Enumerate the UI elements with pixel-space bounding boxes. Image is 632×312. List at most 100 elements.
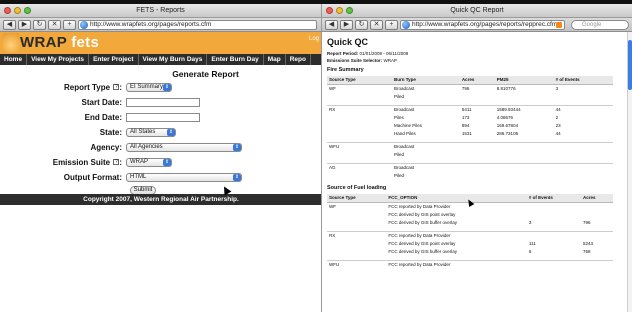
site-logo[interactable]: WRAP fets (20, 34, 99, 51)
nav-map[interactable]: Map (264, 54, 286, 65)
vertical-scrollbar[interactable] (627, 32, 632, 312)
rss-icon[interactable] (556, 21, 562, 28)
table-row: WFU Broadcast (327, 142, 613, 150)
emission-suite-label: Emissions Suite Selector: (327, 58, 383, 63)
report-period-value: 01/01/2009 - 06/11/2009 (359, 51, 409, 56)
state-select[interactable]: All States ⇕ (126, 127, 176, 137)
table-row: AG Broadcast (327, 163, 613, 171)
stop-icon[interactable]: ✕ (48, 19, 61, 30)
help-icon[interactable]: ? (113, 84, 120, 91)
help-icon[interactable]: ? (113, 159, 120, 166)
nav-enter-burn-day[interactable]: Enter Burn Day (207, 54, 264, 65)
table-row: RX FCC reported by Data Provider (327, 231, 613, 239)
back-icon[interactable]: ◀ (3, 19, 16, 30)
table-cell (460, 163, 495, 171)
table-cell (554, 142, 613, 150)
table-cell (327, 150, 392, 158)
form-title: Generate Report (172, 69, 239, 79)
zoom-window-button[interactable] (24, 7, 31, 14)
address-bar[interactable]: http://www.wrapfets.org/pages/reports/re… (400, 19, 565, 30)
site-globe-icon (80, 20, 88, 29)
table-cell: FCC derived by GIS buffer overlay (388, 248, 458, 254)
table-cell (327, 247, 386, 255)
table-cell (327, 239, 386, 247)
table-row: FCC derived by GIS buffer overlay 3 796 (327, 218, 613, 226)
state-label: State: (99, 127, 122, 137)
output-format-label: Output Format: (63, 172, 122, 182)
table-cell: Broadcast (394, 85, 415, 91)
table-cell (327, 210, 386, 218)
nav-home[interactable]: Home (0, 54, 28, 65)
close-window-button[interactable] (326, 7, 333, 14)
table-cell: Piled (394, 172, 405, 178)
right-titlebar: Quick QC Report (322, 4, 632, 18)
column-header: # of Events (553, 76, 613, 85)
emission-suite-value: WRAP (383, 58, 398, 63)
column-header: Source Type (327, 194, 387, 203)
table-cell: 111 (528, 240, 536, 246)
table-row: Piled (327, 150, 613, 158)
reload-icon[interactable]: ↻ (355, 19, 368, 30)
minimize-window-button[interactable] (14, 7, 21, 14)
site-banner: WRAP fets Log (0, 32, 321, 54)
table-cell (554, 171, 613, 179)
column-header: Acres (581, 194, 613, 203)
table-cell: Piled (394, 151, 405, 157)
output-format-value: HTML (130, 173, 147, 180)
table-row: Piles 173 4.08676 2 (327, 113, 613, 121)
reload-icon[interactable]: ↻ (33, 19, 46, 30)
agency-select[interactable]: All Agencies ⇕ (126, 142, 242, 152)
output-format-select[interactable]: HTML ⇕ (126, 172, 242, 182)
add-bookmark-icon[interactable]: + (63, 19, 76, 30)
table-row: WFU FCC reported by Data Provider (327, 260, 613, 268)
search-input[interactable]: Google (571, 19, 629, 30)
forward-icon[interactable]: ▶ (18, 19, 31, 30)
table-cell (581, 202, 613, 210)
end-date-input[interactable] (126, 112, 200, 122)
table-cell: 2 (555, 114, 559, 120)
table-cell (527, 202, 581, 210)
start-date-input[interactable] (126, 97, 200, 107)
back-icon[interactable]: ◀ (325, 19, 338, 30)
table-cell (460, 92, 495, 100)
stop-icon[interactable]: ✕ (370, 19, 383, 30)
main-nav: Home View My Projects Enter Project View… (0, 54, 321, 65)
nav-enter-project[interactable]: Enter Project (89, 54, 139, 65)
table-cell: 796 (583, 219, 591, 225)
nav-reports[interactable]: Repo (286, 54, 311, 65)
table-cell (581, 210, 613, 218)
table-cell: Piled (394, 93, 405, 99)
report-type-select[interactable]: EI Summary ⇕ (126, 82, 172, 92)
table-cell (495, 163, 554, 171)
table-cell: AG (329, 164, 336, 170)
forward-icon[interactable]: ▶ (340, 19, 353, 30)
close-window-button[interactable] (4, 7, 11, 14)
emission-suite-select[interactable]: WRAP ⇕ (126, 157, 172, 167)
table-cell: 169.67804 (496, 122, 519, 128)
table-cell: 44 (555, 130, 561, 136)
address-bar[interactable]: http://www.wrapfets.org/pages/reports.cf… (78, 19, 317, 30)
add-bookmark-icon[interactable]: + (385, 19, 398, 30)
fire-summary-table: Source Type Burn Type Acres PM25 # of Events… (327, 76, 613, 179)
end-date-label: End Date: (84, 112, 122, 122)
table-cell: 8.810776 (496, 85, 516, 91)
report-content: Quick QC Report Period: 01/01/2009 - 06/… (322, 32, 632, 271)
nav-view-my-burn-days[interactable]: View My Burn Days (139, 54, 208, 65)
column-header: FCC_OPTION (386, 194, 527, 203)
login-link[interactable]: Log (309, 36, 319, 42)
table-cell: RX (329, 106, 336, 112)
table-cell: FCC derived by GIS point overlay (388, 240, 456, 246)
table-cell (327, 129, 392, 137)
table-cell (581, 260, 613, 268)
table-cell: 1589.93444 (496, 106, 521, 112)
fuel-loading-title: Source of Fuel loading (327, 185, 387, 191)
minimize-window-button[interactable] (336, 7, 343, 14)
browser-toolbar: ◀ ▶ ↻ ✕ + http://www.wrapfets.org/pages/… (0, 18, 321, 32)
table-cell (495, 142, 554, 150)
table-cell (495, 92, 554, 100)
zoom-window-button[interactable] (346, 7, 353, 14)
column-header: # of Events (526, 194, 582, 203)
nav-view-my-projects[interactable]: View My Projects (27, 54, 90, 65)
scroll-thumb[interactable] (628, 40, 632, 90)
table-cell: RX (329, 232, 336, 238)
